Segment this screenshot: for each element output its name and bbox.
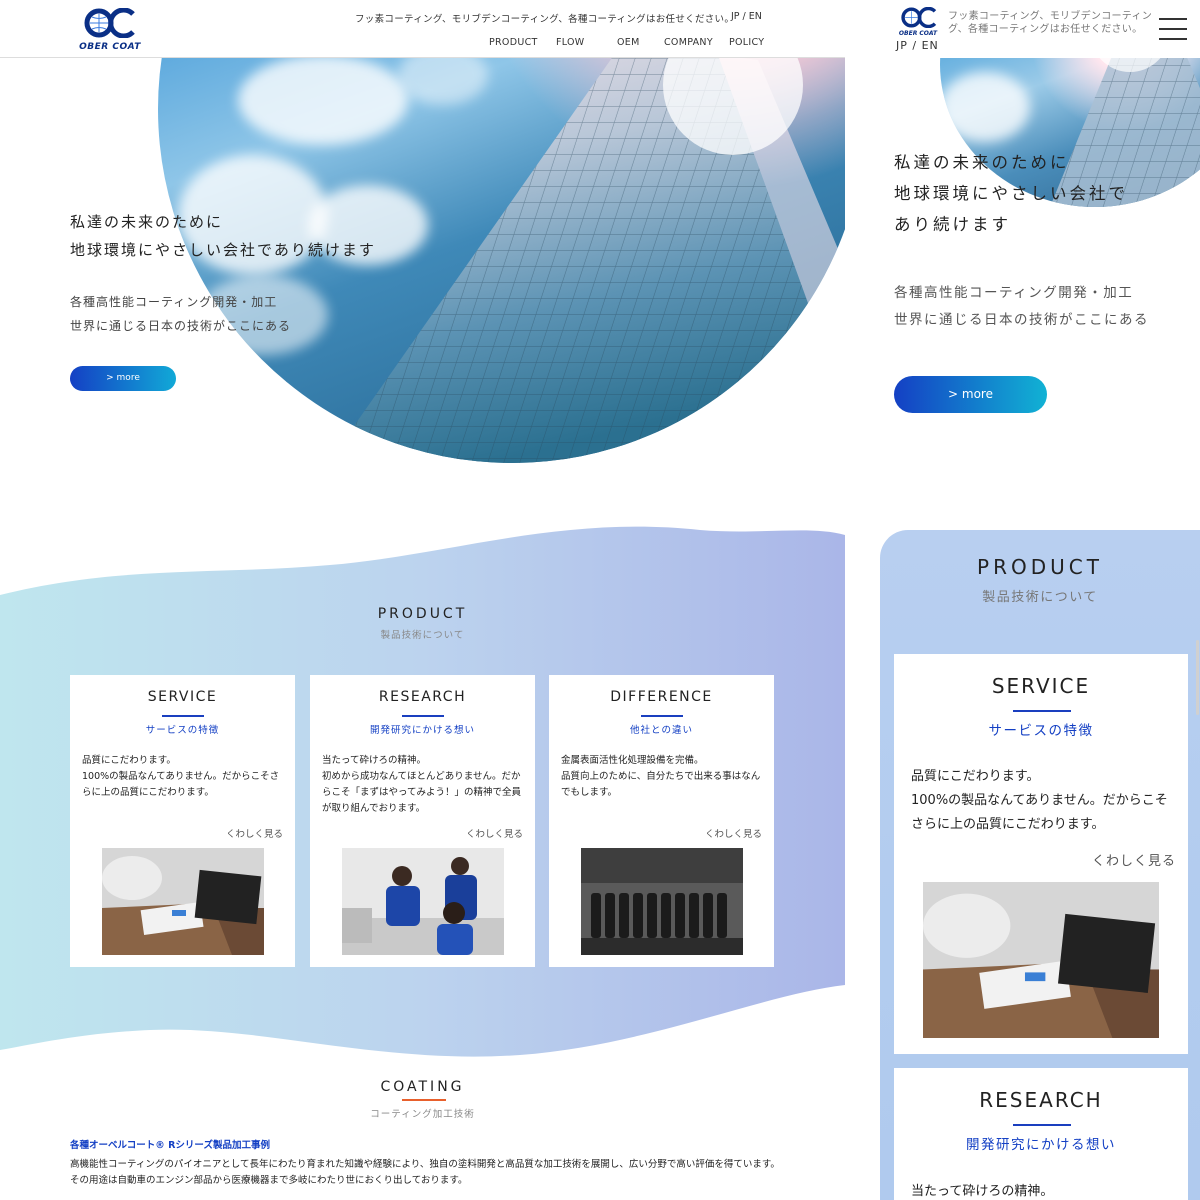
hero-title: 私達の未来のために 地球環境にやさしい会社であり続けます: [70, 208, 376, 264]
language-switch[interactable]: JP / EN: [731, 11, 762, 22]
hero-title-line2: 地球環境にやさしい会社で: [894, 184, 1128, 203]
header-tagline: フッ素コーティング、モリブデンコーティング、各種コーティングはお任せください。: [355, 14, 735, 25]
coating-section-subtitle: コーティング加工技術: [370, 1109, 475, 1120]
card-body: 品質にこだわります。 100%の製品なんてありません。だからこそさらに上の品質に…: [82, 755, 280, 798]
mobile-view: OBER COAT フッ素コーティング、モリブデンコーティング、各種コーティング…: [880, 0, 1200, 1200]
hero-sub-line1: 各種高性能コーティング開発・加工: [894, 285, 1134, 301]
ober-coat-logo[interactable]: OBER COAT: [70, 8, 150, 52]
coating-body: 高機能性コーティングのパイオニアとして長年にわたり育まれた知識や経験により、独自…: [70, 1159, 780, 1186]
card-title: DIFFERENCE: [610, 689, 713, 705]
card-body: 当たって砕けろの精神。: [911, 1184, 1054, 1199]
card-title: RESEARCH: [979, 1088, 1103, 1112]
screenshot-stage: OBER COAT フッ素コーティング、モリブデンコーティング、各種コーティング…: [0, 0, 1200, 1200]
card-title: RESEARCH: [378, 689, 467, 705]
research-card: RESEARCH 開発研究にかける想い 当たって砕けろの精神。: [894, 1068, 1188, 1200]
card-more-link[interactable]: くわしく見る: [705, 826, 762, 840]
research-card: RESEARCH 開発研究にかける想い 当たって砕けろの精神。 初めから成功なん…: [310, 675, 535, 967]
card-body: 金属表面活性化処理設備を完備。 品質向上のために、自分たちで出来る事はなんでもし…: [561, 755, 761, 798]
coating-section-title: COATING: [380, 1079, 465, 1095]
nav-policy[interactable]: POLICY: [729, 37, 764, 48]
business-meeting-photo: [923, 882, 1159, 1038]
card-underline: [641, 715, 683, 717]
card-more-link[interactable]: くわしく見る: [466, 826, 523, 840]
ober-coat-logo[interactable]: OBER COAT: [892, 7, 944, 37]
coating-heading: 各種オーベルコート® Rシリーズ製品加工事例: [70, 1140, 270, 1151]
nav-oem[interactable]: OEM: [617, 37, 640, 48]
card-subtitle: サービスの特徴: [988, 723, 1094, 739]
hero-sub-line2: 世界に通じる日本の技術がここにある: [894, 312, 1149, 328]
desktop-view: OBER COAT フッ素コーティング、モリブデンコーティング、各種コーティング…: [0, 0, 845, 1200]
hero-title-line1: 私達の未来のために: [70, 213, 224, 231]
hero-more-button[interactable]: > more: [70, 366, 176, 391]
hero-sub-line2: 世界に通じる日本の技術がここにある: [70, 319, 292, 333]
site-header: OBER COAT フッ素コーティング、モリブデンコーティング、各種コーティング…: [0, 0, 845, 58]
service-card: SERVICE サービスの特徴 品質にこだわります。 100%の製品なんてありま…: [894, 654, 1188, 1054]
card-subtitle: 開発研究にかける想い: [966, 1137, 1116, 1153]
card-underline: [162, 715, 204, 717]
hero-more-button[interactable]: > more: [894, 376, 1047, 413]
difference-card: DIFFERENCE 他社との違い 金属表面活性化処理設備を完備。 品質向上のた…: [549, 675, 774, 967]
product-section-title: PRODUCT: [377, 606, 468, 622]
card-title: SERVICE: [991, 674, 1091, 698]
nav-company[interactable]: COMPANY: [664, 37, 713, 48]
product-section-subtitle: 製品技術について: [982, 590, 1098, 605]
card-underline: [402, 715, 444, 717]
hero-title-line1: 私達の未来のために: [894, 153, 1070, 172]
nav-flow[interactable]: FLOW: [556, 37, 585, 48]
mobile-tagline: フッ素コーティング、モリブデンコーティング、各種コーティングはお任せください。: [948, 11, 1153, 35]
oc-logo-icon: [84, 8, 135, 38]
card-underline: [1013, 710, 1071, 712]
card-more-link[interactable]: くわしく見る: [1092, 850, 1176, 869]
card-subtitle: 開発研究にかける想い: [369, 725, 475, 736]
mobile-header: OBER COAT フッ素コーティング、モリブデンコーティング、各種コーティング…: [880, 0, 1200, 58]
product-section-title: PRODUCT: [977, 555, 1103, 579]
language-switch[interactable]: JP / EN: [896, 39, 939, 52]
service-card: SERVICE サービスの特徴 品質にこだわります。 100%の製品なんてありま…: [70, 675, 295, 967]
hero-title-line3: あり続けます: [894, 215, 1011, 234]
hero-title-line2: 地球環境にやさしい会社であり続けます: [70, 241, 376, 259]
nav-product[interactable]: PRODUCT: [489, 37, 538, 48]
business-meeting-photo: [102, 848, 264, 955]
scrollbar-thumb[interactable]: [1196, 640, 1199, 715]
hero-sub-line1: 各種高性能コーティング開発・加工: [70, 295, 278, 309]
mobile-hero-title: 私達の未来のために 地球環境にやさしい会社で あり続けます: [894, 147, 1128, 240]
logo-wordmark: OBER COAT: [79, 42, 141, 52]
mobile-hero-subtitle: 各種高性能コーティング開発・加工 世界に通じる日本の技術がここにある: [894, 280, 1149, 334]
card-subtitle: サービスの特徴: [145, 725, 220, 736]
card-more-link[interactable]: くわしく見る: [226, 826, 283, 840]
coated-parts-photo: [581, 848, 743, 955]
hamburger-menu-icon[interactable]: [1159, 18, 1187, 40]
card-body: 品質にこだわります。 100%の製品なんてありません。だからこそさらに上の品質に…: [911, 769, 1168, 832]
research-team-photo: [342, 848, 504, 955]
logo-wordmark: OBER COAT: [898, 30, 938, 37]
card-subtitle: 他社との違い: [630, 725, 693, 736]
card-title: SERVICE: [147, 689, 218, 705]
card-body: 当たって砕けろの精神。 初めから成功なんてほとんどありません。だからこそ「まずは…: [322, 755, 522, 814]
product-section-subtitle: 製品技術について: [380, 630, 465, 641]
oc-logo-icon: [901, 7, 937, 28]
card-underline: [1013, 1124, 1071, 1126]
hero-subtitle: 各種高性能コーティング開発・加工 世界に通じる日本の技術がここにある: [70, 290, 291, 338]
coating-underline: [402, 1099, 446, 1101]
